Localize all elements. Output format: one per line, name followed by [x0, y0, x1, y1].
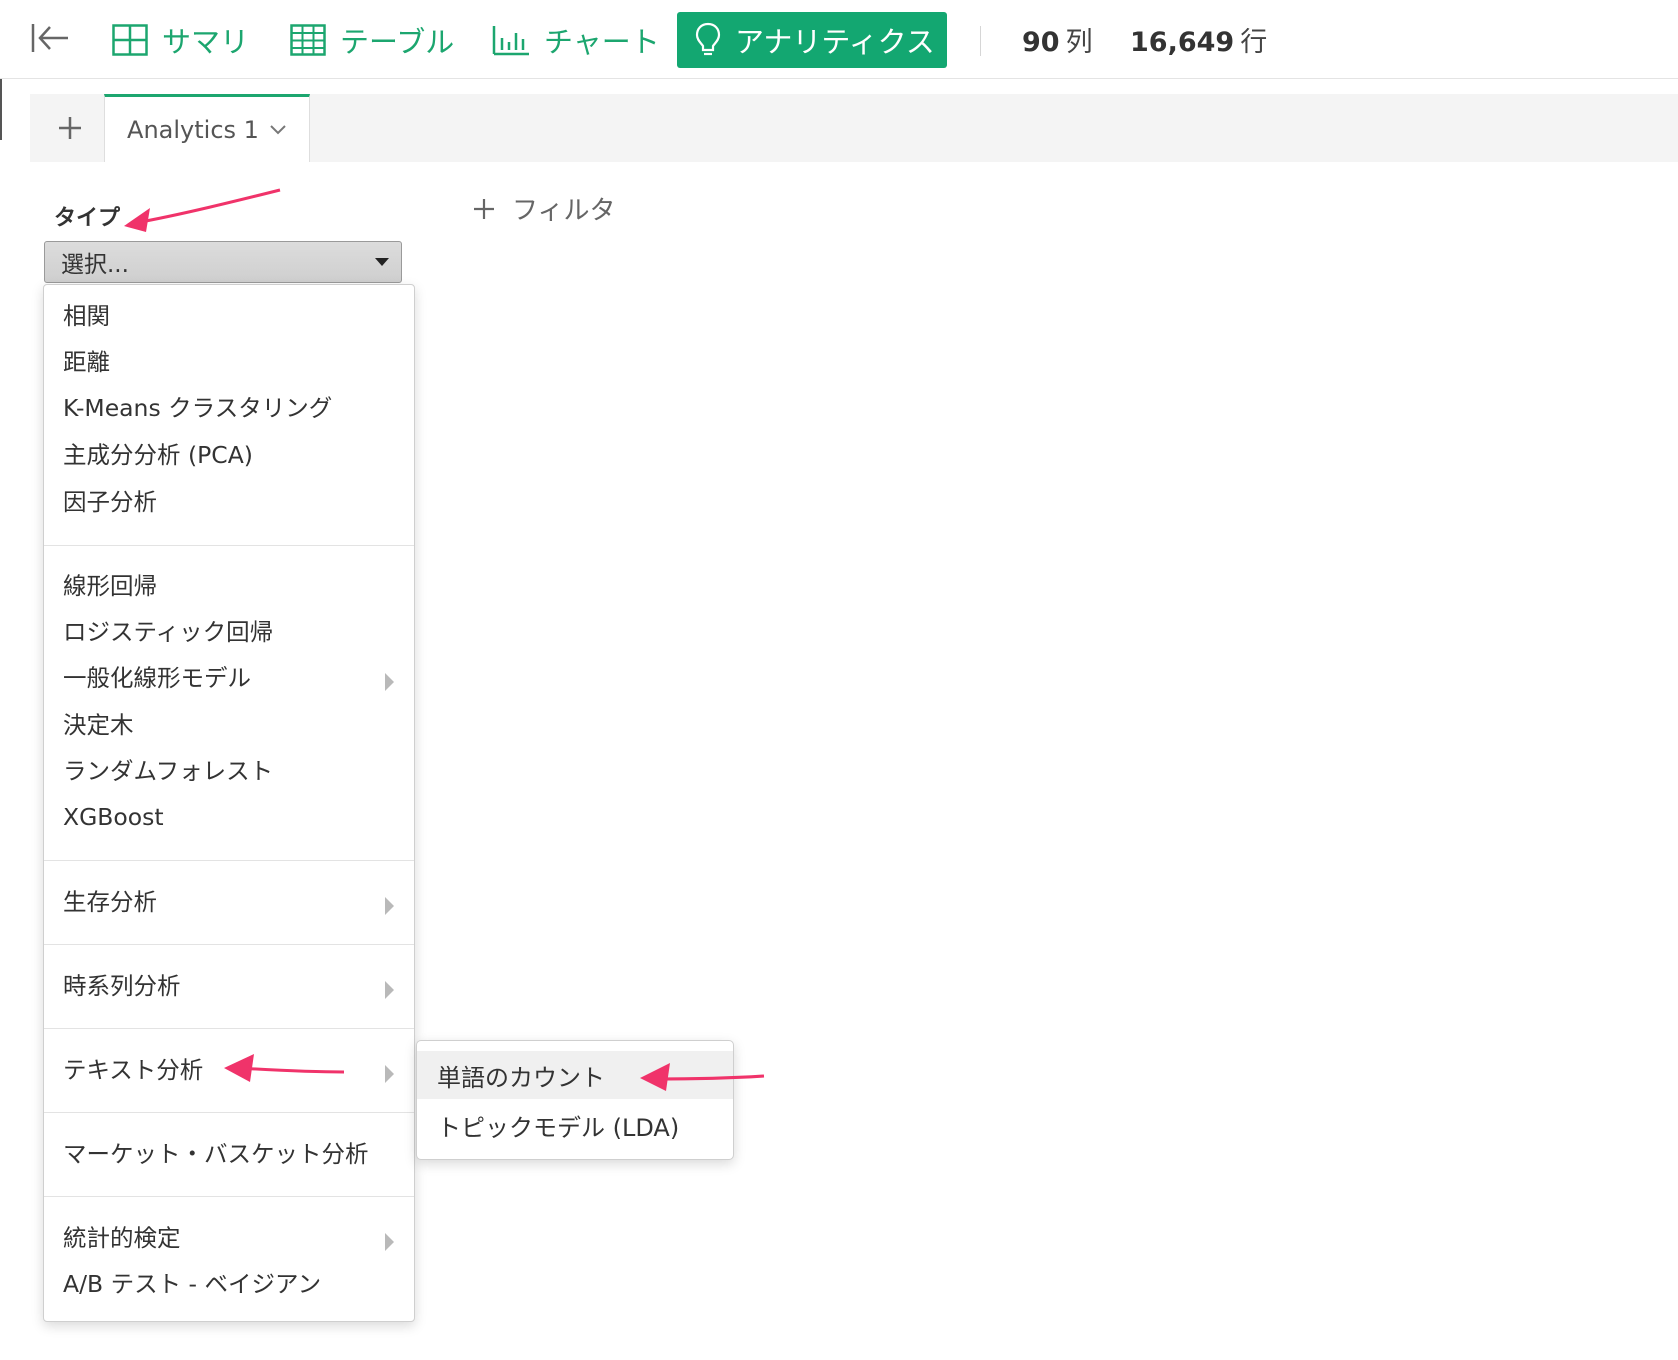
- chevron-down-icon[interactable]: [269, 124, 287, 136]
- bar-chart-icon: [492, 24, 530, 56]
- menu-item-ab-test-bayesian[interactable]: A/B テスト - ベイジアン: [63, 1262, 321, 1302]
- menu-item-label: 時系列分析: [63, 972, 181, 1000]
- menu-item-distance[interactable]: 距離: [63, 340, 110, 380]
- caret-down-icon: [375, 258, 389, 266]
- collapse-left-icon: [31, 24, 68, 52]
- rows-count: 16,649 行: [1130, 20, 1267, 59]
- menu-divider: [44, 860, 414, 861]
- menu-item-label: 線形回帰: [63, 572, 157, 600]
- menu-item-random-forest[interactable]: ランダムフォレスト: [63, 749, 273, 789]
- menu-item-label: 統計的検定: [63, 1224, 181, 1252]
- menu-item-label: 因子分析: [63, 488, 157, 516]
- menu-item-label: ロジスティック回帰: [63, 618, 274, 646]
- menu-item-linear-regression[interactable]: 線形回帰: [63, 564, 157, 604]
- analytics-tabs-bar: Analytics 1: [30, 94, 1678, 163]
- menu-item-label: 生存分析: [63, 888, 157, 916]
- columns-count: 90 列: [1022, 20, 1093, 59]
- type-select[interactable]: 選択...: [44, 241, 402, 283]
- plus-icon: [472, 197, 496, 221]
- menu-item-label: マーケット・バスケット分析: [63, 1140, 369, 1168]
- lightbulb-icon: [695, 22, 721, 58]
- menu-divider: [44, 944, 414, 945]
- nav-table-button[interactable]: テーブル: [290, 12, 454, 68]
- menu-item-label: テキスト分析: [63, 1056, 204, 1084]
- menu-item-logistic-regression[interactable]: ロジスティック回帰: [63, 610, 273, 650]
- submenu-item-word-count[interactable]: 単語のカウント: [417, 1051, 733, 1099]
- nav-chart-button[interactable]: チャート: [492, 12, 660, 68]
- menu-item-label: 一般化線形モデル: [63, 664, 251, 692]
- menu-divider: [44, 1196, 414, 1197]
- menu-item-label: 決定木: [63, 711, 134, 739]
- add-filter-label: フィルタ: [512, 196, 616, 226]
- type-label: タイプ: [54, 206, 121, 231]
- add-filter-button[interactable]: フィルタ: [472, 190, 615, 227]
- menu-divider: [44, 1028, 414, 1029]
- rows-count-value: 16,649: [1130, 27, 1235, 58]
- menu-item-glm[interactable]: 一般化線形モデル: [63, 656, 251, 696]
- collapse-sidebar-button[interactable]: [30, 20, 74, 56]
- submenu-arrow-icon: [385, 897, 394, 915]
- nav-analytics-label: アナリティクス: [735, 25, 935, 59]
- nav-table-label: テーブル: [340, 25, 455, 59]
- text-analysis-submenu: 単語のカウント トピックモデル (LDA): [416, 1040, 734, 1160]
- menu-item-label: 相関: [63, 302, 110, 330]
- nav-summary-button[interactable]: サマリ: [112, 12, 249, 68]
- submenu-arrow-icon: [385, 981, 394, 999]
- toolbar-separator: [980, 26, 981, 56]
- menu-item-label: A/B テスト - ベイジアン: [63, 1270, 322, 1298]
- menu-item-market-basket[interactable]: マーケット・バスケット分析: [63, 1132, 369, 1172]
- nav-chart-label: チャート: [544, 25, 660, 59]
- menu-item-label: 主成分分析 (PCA): [63, 441, 253, 469]
- nav-summary-label: サマリ: [162, 25, 250, 59]
- plus-icon: [59, 117, 81, 139]
- menu-item-factor-analysis[interactable]: 因子分析: [63, 480, 157, 520]
- submenu-item-label: 単語のカウント: [437, 1063, 605, 1092]
- submenu-item-label: トピックモデル (LDA): [437, 1113, 680, 1142]
- table-grid-icon: [290, 24, 326, 56]
- menu-item-statistical-test[interactable]: 統計的検定: [63, 1216, 181, 1256]
- columns-count-value: 90: [1022, 27, 1060, 58]
- menu-item-label: 距離: [63, 348, 110, 376]
- menu-item-label: K-Means クラスタリング: [63, 394, 333, 422]
- menu-divider: [44, 1112, 414, 1113]
- menu-item-correlation-row[interactable]: 相関: [63, 294, 110, 334]
- menu-item-text-analysis[interactable]: テキスト分析: [63, 1048, 203, 1088]
- tab-analytics-1[interactable]: Analytics 1: [104, 94, 310, 162]
- menu-divider: [44, 545, 414, 546]
- top-toolbar: サマリ テーブル チャート アナリティクス 90 列 16,649 行: [0, 0, 1678, 79]
- menu-item-survival-analysis[interactable]: 生存分析: [63, 880, 157, 920]
- menu-item-time-series[interactable]: 時系列分析: [63, 964, 181, 1004]
- submenu-arrow-icon: [385, 1065, 394, 1083]
- submenu-item-topic-model[interactable]: トピックモデル (LDA): [417, 1101, 733, 1149]
- nav-analytics-button[interactable]: アナリティクス: [677, 12, 947, 68]
- submenu-arrow-icon: [385, 1233, 394, 1251]
- menu-item-xgboost[interactable]: XGBoost: [63, 797, 164, 837]
- submenu-arrow-icon: [385, 673, 394, 691]
- columns-count-unit: 列: [1065, 27, 1093, 58]
- menu-item-label: ランダムフォレスト: [63, 757, 274, 785]
- menu-item-decision-tree[interactable]: 決定木: [63, 703, 134, 743]
- menu-item-kmeans[interactable]: K-Means クラスタリング: [63, 386, 332, 426]
- rows-count-unit: 行: [1240, 27, 1268, 58]
- menu-item-pca[interactable]: 主成分分析 (PCA): [63, 433, 253, 473]
- type-select-value: 選択...: [61, 252, 129, 278]
- tab-analytics-1-label: Analytics 1: [127, 115, 259, 144]
- add-tab-button[interactable]: [50, 108, 90, 148]
- summary-grid-icon: [112, 24, 148, 56]
- menu-item-label: XGBoost: [63, 803, 164, 831]
